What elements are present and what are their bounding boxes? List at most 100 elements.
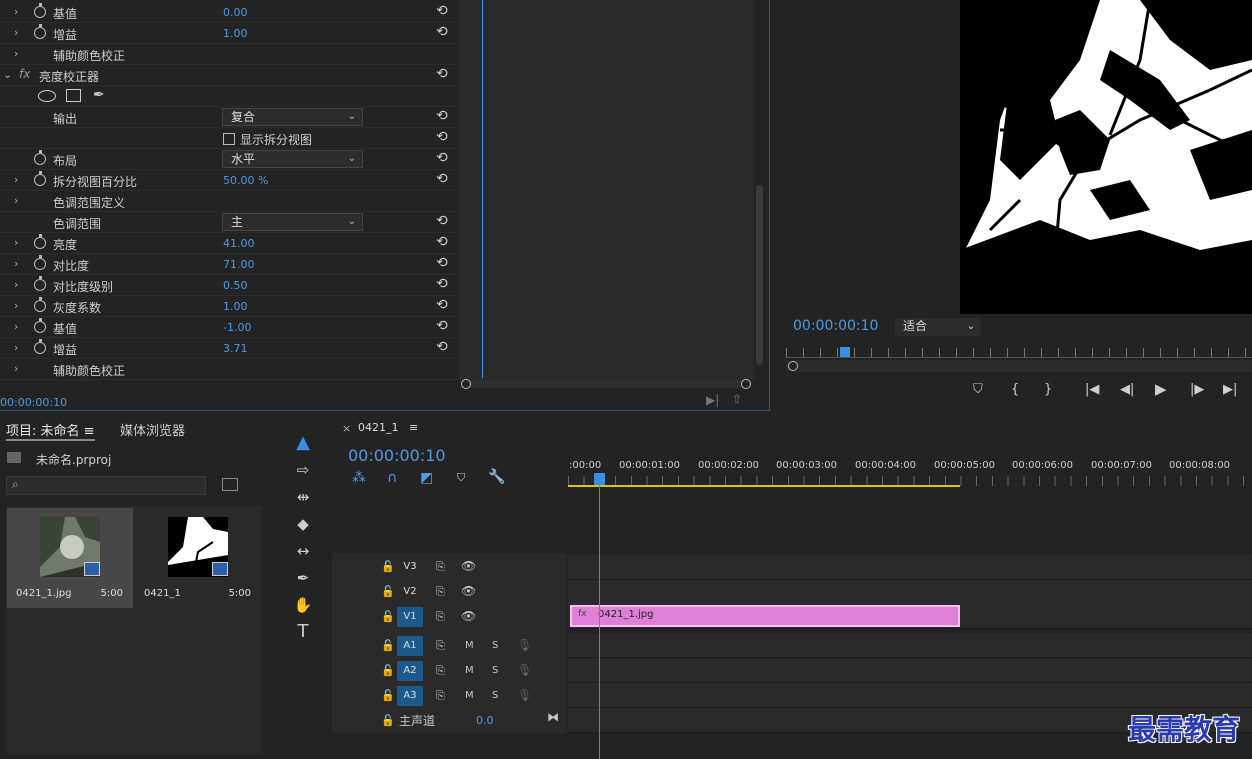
checkbox[interactable] [223, 133, 235, 145]
reset-icon[interactable]: ⟲ [436, 108, 448, 124]
twirl-down-icon[interactable]: ⌄ [3, 68, 12, 81]
zoom-handle-left[interactable] [461, 379, 471, 389]
track-target-v1[interactable]: V1 [397, 607, 423, 627]
track-target-v2[interactable]: V2 [397, 582, 423, 602]
lock-icon[interactable]: 🔓 [381, 560, 395, 573]
property-value[interactable]: 41.00 [223, 237, 255, 250]
reset-icon[interactable]: ⟲ [436, 276, 448, 292]
twirl-right-icon[interactable]: › [14, 173, 18, 186]
reset-icon[interactable]: ⟲ [436, 255, 448, 271]
program-playhead[interactable] [840, 347, 850, 357]
lock-icon[interactable]: 🔓 [381, 664, 395, 677]
twirl-right-icon[interactable]: › [14, 236, 18, 249]
track-lane-v2[interactable] [568, 580, 1252, 605]
effect-keyframe-area[interactable] [458, 0, 754, 380]
twirl-right-icon[interactable]: › [14, 5, 18, 18]
track-lane-a1[interactable] [568, 633, 1252, 658]
hand-tool-icon[interactable]: ✋ [292, 594, 314, 616]
reset-icon[interactable]: ⟲ [436, 171, 448, 187]
reset-icon[interactable]: ⟲ [436, 339, 448, 355]
property-value[interactable]: 0.50 [223, 279, 248, 292]
track-target-a3[interactable]: A3 [397, 686, 423, 706]
project-item-image[interactable]: 0421_1.jpg 5:00 [7, 508, 133, 608]
lock-icon[interactable]: 🔓 [381, 585, 395, 598]
zoom-handle-right[interactable] [741, 379, 751, 389]
new-bin-icon[interactable] [222, 478, 238, 491]
microphone-icon[interactable]: 🎙 [517, 688, 532, 702]
stopwatch-icon[interactable] [34, 24, 46, 39]
step-back-icon[interactable]: ◀| [1120, 382, 1134, 397]
ripple-edit-tool-icon[interactable]: ⇹ [292, 486, 314, 508]
reset-icon[interactable]: ⟲ [436, 234, 448, 250]
eye-icon[interactable]: 👁 [461, 609, 476, 623]
stopwatch-icon[interactable] [34, 339, 46, 354]
mark-out-icon[interactable]: } [1044, 382, 1052, 397]
property-dropdown[interactable]: 水平 ⌄ [222, 150, 363, 168]
reset-icon[interactable]: ⟲ [436, 150, 448, 166]
sync-lock-icon[interactable]: ⎘ [436, 664, 445, 678]
track-lane-v3[interactable] [568, 555, 1252, 580]
stopwatch-icon[interactable] [34, 234, 46, 249]
microphone-icon[interactable]: 🎙 [517, 663, 532, 677]
tab-project[interactable]: 项目: 未命名 ≡ [6, 420, 95, 441]
mute-button[interactable]: M [465, 690, 474, 701]
scrub-handle[interactable] [788, 361, 798, 371]
pen-tool-icon[interactable]: ✒ [292, 567, 314, 589]
timeline-timecode[interactable]: 00:00:00:10 [348, 446, 446, 465]
go-to-out-icon[interactable]: ▶| [1223, 382, 1237, 397]
property-value[interactable]: 0.00 [223, 6, 248, 19]
timeline-clip[interactable]: fx 0421_1.jpg [570, 605, 960, 627]
selection-tool-icon[interactable]: ▲ [292, 432, 314, 454]
panel-menu-icon[interactable]: ≡ [409, 421, 418, 434]
reset-icon[interactable]: ⟲ [436, 3, 448, 19]
wrench-icon[interactable]: 🔧 [488, 469, 505, 485]
track-target-a2[interactable]: A2 [397, 661, 423, 681]
sync-lock-icon[interactable]: ⎘ [436, 610, 445, 624]
snap-icon[interactable]: ∩ [387, 470, 397, 486]
eye-icon[interactable]: 👁 [461, 584, 476, 598]
twirl-right-icon[interactable]: › [14, 320, 18, 333]
work-area-bar[interactable] [568, 485, 960, 487]
linked-selection-icon[interactable]: ◩ [420, 470, 433, 486]
effect-timecode[interactable]: 00:00:00:10 [0, 396, 67, 409]
property-value[interactable]: 1.00 [223, 300, 248, 313]
solo-button[interactable]: S [492, 690, 498, 701]
razor-tool-icon[interactable]: ◆ [292, 513, 314, 535]
step-forward-icon[interactable]: |▶ [1190, 382, 1204, 397]
add-marker-icon[interactable]: ⛉ [457, 471, 465, 485]
mute-button[interactable]: M [465, 640, 474, 651]
property-value[interactable]: 3.71 [223, 342, 248, 355]
track-target-a1[interactable]: A1 [397, 636, 423, 656]
twirl-right-icon[interactable]: › [14, 341, 18, 354]
lock-icon[interactable]: 🔓 [381, 714, 395, 727]
effect-zoom-bar[interactable] [465, 380, 747, 388]
sync-lock-icon[interactable]: ⎘ [436, 560, 445, 574]
property-dropdown[interactable]: 复合 ⌄ [222, 108, 363, 126]
master-volume-value[interactable]: 0.0 [476, 714, 494, 727]
export-icon[interactable]: ⇧ [732, 392, 742, 406]
twirl-right-icon[interactable]: › [14, 194, 18, 207]
go-to-end-icon[interactable]: ⧓ [547, 710, 559, 724]
mute-button[interactable]: M [465, 665, 474, 676]
track-select-tool-icon[interactable]: ⇨ [292, 459, 314, 481]
stopwatch-icon[interactable] [34, 297, 46, 312]
track-lane-a2[interactable] [568, 658, 1252, 683]
stopwatch-icon[interactable] [34, 318, 46, 333]
track-target-v3[interactable]: V3 [397, 557, 423, 577]
nest-icon[interactable]: ⁂ [352, 470, 366, 486]
reset-icon[interactable]: ⟲ [436, 129, 448, 145]
twirl-right-icon[interactable]: › [14, 26, 18, 39]
twirl-right-icon[interactable]: › [14, 278, 18, 291]
sync-lock-icon[interactable]: ⎘ [436, 639, 445, 653]
reset-icon[interactable]: ⟲ [436, 297, 448, 313]
pen-mask-icon[interactable]: ✒ [93, 87, 105, 103]
reset-icon[interactable]: ⟲ [436, 24, 448, 40]
stopwatch-icon[interactable] [34, 171, 46, 186]
ellipse-mask-icon[interactable] [38, 90, 56, 102]
close-icon[interactable]: × [342, 422, 351, 435]
slip-tool-icon[interactable]: ↔ [292, 540, 314, 562]
property-value[interactable]: 50.00 % [223, 174, 268, 187]
mark-in-icon[interactable]: { [1011, 382, 1019, 397]
tab-media-browser[interactable]: 媒体浏览器 [120, 420, 185, 439]
marker-icon[interactable]: ⛉ [973, 382, 983, 397]
